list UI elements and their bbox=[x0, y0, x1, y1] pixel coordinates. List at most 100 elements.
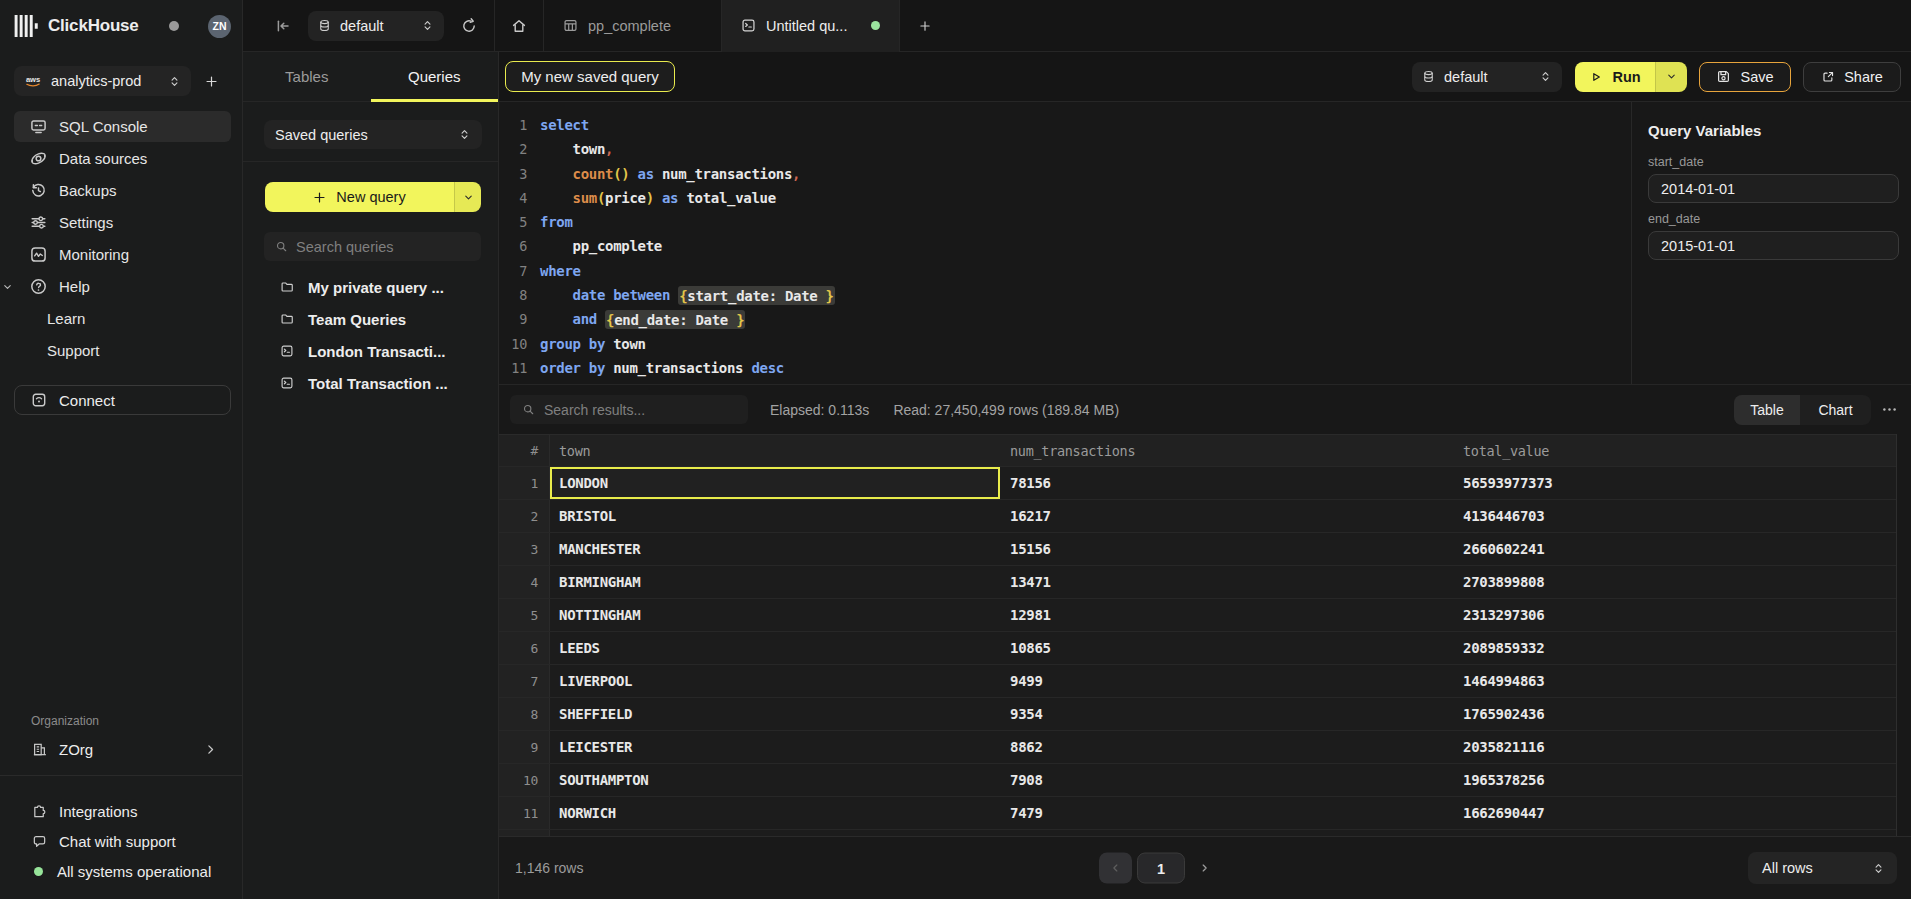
search-results-input[interactable]: Search results... bbox=[510, 395, 748, 424]
new-tab-button[interactable] bbox=[919, 20, 931, 32]
next-page-button[interactable] bbox=[1198, 862, 1211, 875]
current-page[interactable]: 1 bbox=[1137, 853, 1185, 884]
connect-button[interactable]: Connect bbox=[14, 385, 231, 415]
table-cell[interactable]: 9354 bbox=[1000, 698, 1455, 730]
table-cell[interactable]: 7479 bbox=[1000, 797, 1455, 829]
table-cell[interactable]: 2703899808 bbox=[1455, 566, 1896, 598]
page-size-selector[interactable]: All rows bbox=[1748, 852, 1897, 884]
query-list-item[interactable]: My private query ... bbox=[243, 271, 498, 303]
sidebar-footer-integrations[interactable]: Integrations bbox=[0, 796, 242, 826]
table-cell[interactable]: 13471 bbox=[1000, 566, 1455, 598]
sidebar-footer-chat-with-support[interactable]: Chat with support bbox=[0, 826, 242, 856]
table-cell[interactable]: 2660602241 bbox=[1455, 533, 1896, 565]
table-cell[interactable]: 3 bbox=[499, 533, 550, 565]
table-cell[interactable]: 1464994863 bbox=[1455, 665, 1896, 697]
tab-bar: pp_completeUntitled qu... bbox=[544, 0, 900, 52]
table-cell[interactable]: 1965378256 bbox=[1455, 764, 1896, 796]
topbar-database-selector[interactable]: default bbox=[308, 11, 444, 41]
sidebar-item-learn[interactable]: Learn bbox=[0, 303, 231, 335]
table-cell[interactable]: 56593977373 bbox=[1455, 467, 1896, 499]
table-cell[interactable]: LONDON bbox=[550, 467, 1000, 499]
saved-queries-selector[interactable]: Saved queries bbox=[264, 120, 482, 149]
panel-tab-queries[interactable]: Queries bbox=[371, 52, 499, 101]
table-cell[interactable]: 2035821116 bbox=[1455, 731, 1896, 763]
view-tab-chart[interactable]: Chart bbox=[1800, 395, 1871, 425]
new-query-menu[interactable] bbox=[454, 182, 481, 212]
notification-dot[interactable] bbox=[169, 21, 179, 31]
table-cell[interactable]: 2089859332 bbox=[1455, 632, 1896, 664]
table-cell[interactable]: 8 bbox=[499, 698, 550, 730]
table-cell[interactable]: LEEDS bbox=[550, 632, 1000, 664]
variable-input-start_date[interactable] bbox=[1648, 174, 1899, 203]
new-query-button[interactable]: New query bbox=[265, 182, 481, 212]
organization-switcher[interactable]: ZOrg bbox=[14, 734, 231, 765]
sidebar-item-monitoring[interactable]: Monitoring bbox=[14, 239, 231, 270]
run-button[interactable]: Run bbox=[1575, 62, 1687, 92]
table-cell[interactable]: SOUTHAMPTON bbox=[550, 764, 1000, 796]
saved-query-pill[interactable]: My new saved query bbox=[505, 61, 675, 92]
table-cell[interactable]: NOTTINGHAM bbox=[550, 599, 1000, 631]
editor-code: pp_complete bbox=[540, 234, 662, 258]
sql-editor[interactable]: 1select2 town,3 count() as num_transacti… bbox=[499, 102, 1631, 384]
run-button-menu[interactable] bbox=[1655, 62, 1687, 92]
query-list-item[interactable]: London Transacti... bbox=[243, 335, 498, 367]
search-queries-input[interactable]: Search queries bbox=[264, 232, 481, 261]
organization-name: ZOrg bbox=[59, 741, 93, 758]
table-cell[interactable]: 9499 bbox=[1000, 665, 1455, 697]
new-query-main[interactable]: New query bbox=[265, 182, 454, 212]
view-tab-table[interactable]: Table bbox=[1734, 395, 1800, 425]
table-cell[interactable]: 16217 bbox=[1000, 500, 1455, 532]
table-cell[interactable]: 2313297306 bbox=[1455, 599, 1896, 631]
more-options-button[interactable] bbox=[1881, 401, 1898, 418]
save-button[interactable]: Save bbox=[1699, 62, 1791, 92]
table-cell[interactable]: 2 bbox=[499, 500, 550, 532]
avatar[interactable]: ZN bbox=[208, 15, 231, 38]
table-cell[interactable]: BRISTOL bbox=[550, 500, 1000, 532]
sidebar-item-support[interactable]: Support bbox=[0, 335, 231, 367]
sidebar-item-sql-console[interactable]: SQL Console bbox=[14, 111, 231, 142]
table-cell[interactable]: 9 bbox=[499, 731, 550, 763]
panel-tab-tables[interactable]: Tables bbox=[243, 52, 371, 101]
table-cell[interactable]: 5 bbox=[499, 599, 550, 631]
table-cell[interactable]: 6 bbox=[499, 632, 550, 664]
table-cell[interactable]: 4136446703 bbox=[1455, 500, 1896, 532]
run-button-main[interactable]: Run bbox=[1575, 62, 1655, 92]
table-cell[interactable]: 12981 bbox=[1000, 599, 1455, 631]
tab-pp-complete[interactable]: pp_complete bbox=[544, 0, 722, 52]
table-cell[interactable]: 8862 bbox=[1000, 731, 1455, 763]
sidebar-footer-all-systems-operational[interactable]: All systems operational bbox=[0, 856, 242, 886]
query-list-item[interactable]: Team Queries bbox=[243, 303, 498, 335]
prev-page-button[interactable] bbox=[1099, 853, 1132, 884]
sidebar-item-help[interactable]: Help bbox=[14, 271, 231, 302]
refresh-icon[interactable] bbox=[461, 18, 477, 34]
table-cell[interactable]: NORWICH bbox=[550, 797, 1000, 829]
variable-input-end_date[interactable] bbox=[1648, 231, 1899, 260]
sidebar-item-data-sources[interactable]: Data sources bbox=[14, 143, 231, 174]
table-cell[interactable]: 10 bbox=[499, 764, 550, 796]
table-cell[interactable]: LIVERPOOL bbox=[550, 665, 1000, 697]
table-cell[interactable]: 11 bbox=[499, 797, 550, 829]
table-cell[interactable]: 10865 bbox=[1000, 632, 1455, 664]
table-cell[interactable]: 7908 bbox=[1000, 764, 1455, 796]
table-cell[interactable]: 1662690447 bbox=[1455, 797, 1896, 829]
add-service-button[interactable] bbox=[191, 75, 231, 88]
table-cell[interactable]: 15156 bbox=[1000, 533, 1455, 565]
table-cell[interactable]: 78156 bbox=[1000, 467, 1455, 499]
table-cell[interactable]: LEICESTER bbox=[550, 731, 1000, 763]
table-cell[interactable]: 4 bbox=[499, 566, 550, 598]
table-cell[interactable]: 1 bbox=[499, 467, 550, 499]
table-cell[interactable]: MANCHESTER bbox=[550, 533, 1000, 565]
share-button[interactable]: Share bbox=[1803, 62, 1901, 92]
collapse-sidebar-icon[interactable] bbox=[275, 18, 291, 34]
workspace-selector[interactable]: analytics-prod bbox=[14, 66, 191, 96]
sidebar-item-backups[interactable]: Backups bbox=[14, 175, 231, 206]
table-cell[interactable]: BIRMINGHAM bbox=[550, 566, 1000, 598]
tab-untitled-qu-[interactable]: Untitled qu... bbox=[722, 0, 900, 52]
home-icon[interactable] bbox=[511, 18, 527, 34]
sidebar-item-settings[interactable]: Settings bbox=[14, 207, 231, 238]
table-cell[interactable]: 7 bbox=[499, 665, 550, 697]
run-database-selector[interactable]: default bbox=[1412, 62, 1562, 92]
table-cell[interactable]: SHEFFIELD bbox=[550, 698, 1000, 730]
query-list-item[interactable]: Total Transaction ... bbox=[243, 367, 498, 399]
table-cell[interactable]: 1765902436 bbox=[1455, 698, 1896, 730]
